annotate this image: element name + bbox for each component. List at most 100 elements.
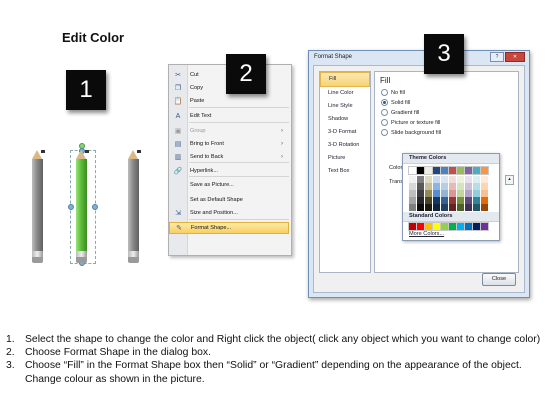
color-swatch[interactable] [465,190,472,197]
pencil-gray-right[interactable] [128,150,141,263]
color-swatch[interactable] [457,190,464,197]
nav-item-text-box[interactable]: Text Box [320,165,370,178]
color-swatch[interactable] [473,204,480,211]
color-swatch[interactable] [441,183,448,190]
color-swatch[interactable] [425,190,432,197]
color-swatch[interactable] [472,222,481,231]
color-swatch[interactable] [449,183,456,190]
color-swatch[interactable] [424,222,433,231]
more-colors-link[interactable]: More Colors... [409,231,444,237]
help-button[interactable]: ? [490,52,504,62]
color-swatch[interactable] [473,197,480,204]
color-swatch[interactable] [457,204,464,211]
pencil-gray-left[interactable] [32,150,45,263]
transparency-spinner[interactable]: ▲ [505,175,514,185]
color-swatch[interactable] [472,166,481,175]
color-swatch[interactable] [417,204,424,211]
color-swatch[interactable] [465,183,472,190]
color-swatch[interactable] [416,166,425,175]
color-swatch[interactable] [409,176,416,183]
menu-item-paste[interactable]: 📋 Paste [169,95,289,107]
fill-option-slide-background-fill[interactable]: Slide background fill [381,129,441,136]
color-swatch[interactable] [425,197,432,204]
menu-item-format-shape[interactable]: ✎ Format Shape... [169,222,289,234]
color-swatch[interactable] [464,166,473,175]
radio-button[interactable] [381,99,388,106]
color-swatch[interactable] [449,204,456,211]
color-swatch[interactable] [481,183,488,190]
color-swatch[interactable] [433,183,440,190]
color-swatch[interactable] [432,166,441,175]
color-swatch[interactable] [417,197,424,204]
nav-item-shadow[interactable]: Shadow [320,113,370,126]
fill-option-no-fill[interactable]: No fill [381,89,405,96]
nav-item-3-d-format[interactable]: 3-D Format [320,126,370,139]
color-swatch[interactable] [408,222,417,231]
color-swatch[interactable] [449,197,456,204]
color-swatch[interactable] [480,222,489,231]
color-swatch[interactable] [408,166,417,175]
color-swatch[interactable] [441,190,448,197]
color-swatch[interactable] [473,176,480,183]
fill-option-gradient-fill[interactable]: Gradient fill [381,109,419,116]
resize-handle-right[interactable] [92,204,98,210]
menu-item-group[interactable]: ▣ Group › [169,125,289,137]
color-swatch[interactable] [432,222,441,231]
color-swatch[interactable] [433,176,440,183]
color-swatch[interactable] [465,176,472,183]
menu-item-edit-text[interactable]: A Edit Text [169,110,289,122]
color-swatch[interactable] [473,190,480,197]
menu-item-save-as-picture[interactable]: Save as Picture... [169,179,289,191]
radio-button[interactable] [381,119,388,126]
color-swatch[interactable] [449,176,456,183]
menu-item-size-and-position[interactable]: ⇲ Size and Position... [169,207,289,219]
color-swatch[interactable] [457,176,464,183]
color-swatch[interactable] [425,183,432,190]
color-swatch[interactable] [457,183,464,190]
color-swatch[interactable] [417,190,424,197]
color-swatch[interactable] [481,176,488,183]
color-swatch[interactable] [481,204,488,211]
radio-button[interactable] [381,109,388,116]
color-swatch[interactable] [473,183,480,190]
color-swatch[interactable] [409,183,416,190]
color-swatch[interactable] [464,222,473,231]
nav-item-3-d-rotation[interactable]: 3-D Rotation [320,139,370,152]
color-swatch[interactable] [457,197,464,204]
close-button[interactable]: Close [482,273,516,286]
color-swatch[interactable] [456,222,465,231]
color-swatch[interactable] [448,222,457,231]
fill-option-solid-fill[interactable]: Solid fill [381,99,410,106]
pencil-canvas[interactable] [26,120,156,266]
nav-item-line-color[interactable]: Line Color [320,87,370,100]
nav-item-line-style[interactable]: Line Style [320,100,370,113]
radio-button[interactable] [381,129,388,136]
color-swatch[interactable] [440,222,449,231]
color-swatch[interactable] [441,204,448,211]
window-close-button[interactable]: ✕ [505,52,525,62]
menu-item-hyperlink[interactable]: 🔗 Hyperlink... [169,165,289,177]
color-swatch[interactable] [448,166,457,175]
color-swatch[interactable] [424,166,433,175]
color-swatch[interactable] [441,197,448,204]
color-swatch[interactable] [425,176,432,183]
nav-item-picture[interactable]: Picture [320,152,370,165]
color-swatch[interactable] [456,166,465,175]
fill-option-picture-or-texture-fill[interactable]: Picture or texture fill [381,119,440,126]
color-swatch[interactable] [433,197,440,204]
nav-item-fill[interactable]: Fill [320,72,370,87]
radio-button[interactable] [381,89,388,96]
menu-item-set-as-default-shape[interactable]: Set as Default Shape [169,194,289,206]
menu-item-bring-to-front[interactable]: ▤ Bring to Front › [169,138,289,150]
color-swatch[interactable] [409,197,416,204]
pencil-green-selected[interactable] [76,150,89,263]
color-swatch[interactable] [481,197,488,204]
menu-item-send-to-back[interactable]: ▥ Send to Back › [169,151,289,163]
color-swatch[interactable] [416,222,425,231]
color-swatch[interactable] [433,190,440,197]
color-swatch[interactable] [409,204,416,211]
color-swatch[interactable] [449,190,456,197]
color-swatch[interactable] [417,176,424,183]
color-swatch[interactable] [433,204,440,211]
resize-handle-left[interactable] [68,204,74,210]
